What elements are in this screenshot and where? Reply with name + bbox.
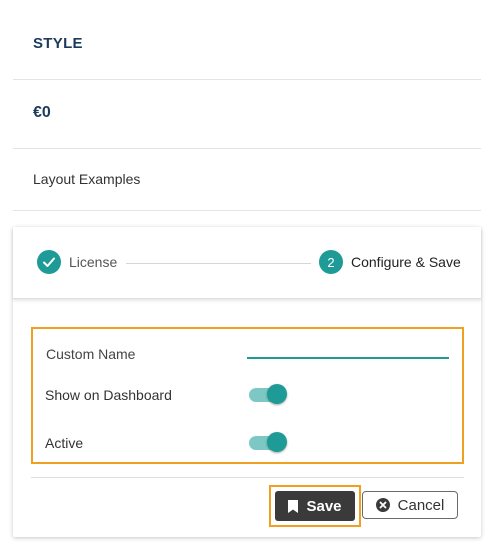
style-heading: STYLE bbox=[33, 35, 83, 52]
active-toggle[interactable] bbox=[249, 431, 287, 453]
price-value: €0 bbox=[33, 104, 51, 121]
save-button[interactable]: Save bbox=[275, 491, 355, 521]
custom-name-input[interactable] bbox=[247, 341, 449, 359]
step-completed-circle[interactable] bbox=[37, 250, 61, 274]
price-row: €0 bbox=[13, 80, 481, 149]
custom-name-label: Custom Name bbox=[46, 346, 136, 362]
active-label: Active bbox=[45, 435, 84, 451]
save-label: Save bbox=[306, 497, 342, 515]
step-active-circle[interactable]: 2 bbox=[319, 250, 343, 274]
configure-card: License 2 Configure & Save Custom Name S… bbox=[13, 227, 481, 537]
actions-divider bbox=[31, 477, 464, 478]
show-on-dashboard-toggle[interactable] bbox=[249, 383, 287, 405]
layout-examples-row[interactable]: Layout Examples bbox=[13, 149, 481, 211]
step-configure-label[interactable]: Configure & Save bbox=[351, 255, 461, 270]
cancel-label: Cancel bbox=[397, 496, 445, 514]
layout-examples-link[interactable]: Layout Examples bbox=[33, 171, 140, 187]
show-on-dashboard-label: Show on Dashboard bbox=[45, 387, 172, 403]
check-icon bbox=[42, 255, 56, 269]
toggle-thumb bbox=[267, 432, 287, 452]
cancel-button[interactable]: Cancel bbox=[362, 491, 458, 519]
settings-form: Custom Name Show on Dashboard Active bbox=[31, 327, 464, 464]
save-highlight: Save bbox=[269, 485, 361, 527]
bookmark-icon bbox=[288, 499, 299, 513]
stepper: License 2 Configure & Save bbox=[13, 227, 481, 299]
step-license-label[interactable]: License bbox=[69, 255, 117, 270]
step-number: 2 bbox=[327, 254, 335, 270]
step-connector bbox=[126, 263, 311, 264]
style-row: STYLE bbox=[13, 0, 481, 80]
toggle-thumb bbox=[267, 384, 287, 404]
close-circle-icon bbox=[375, 498, 390, 512]
